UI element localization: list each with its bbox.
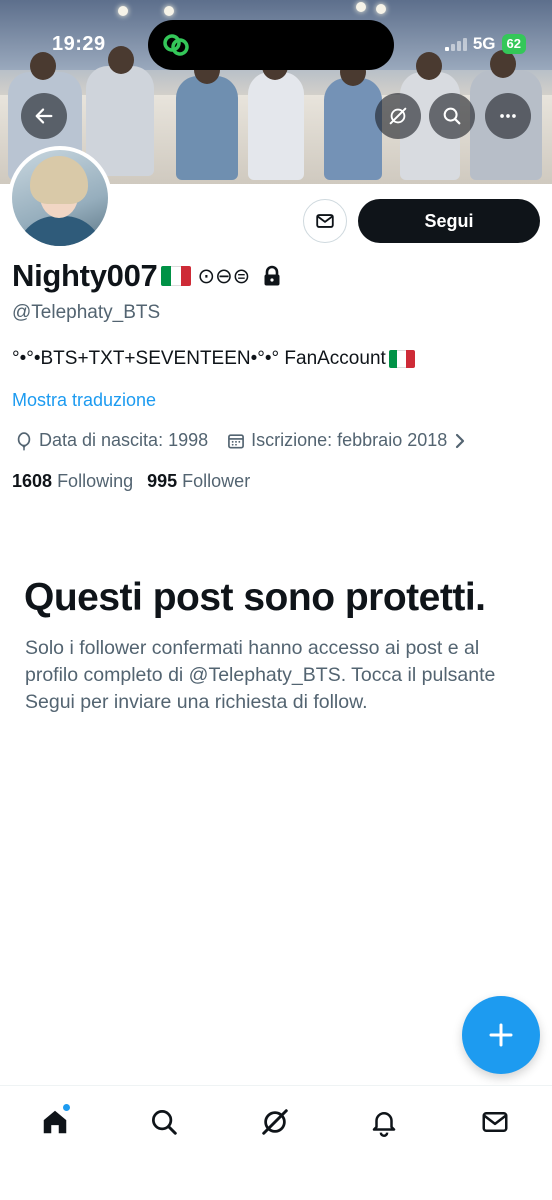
banner-person-head: [108, 46, 134, 74]
follow-counts: 1608 Following 995 Follower: [12, 471, 250, 492]
follow-button[interactable]: Segui: [358, 199, 540, 243]
link-app-icon: [163, 34, 189, 56]
search-icon: [152, 1110, 177, 1135]
profile-bio: °•°•BTS+TXT+SEVENTEEN•°•° FanAccount: [12, 348, 415, 370]
join-date-text: Iscrizione: febbraio 2018: [251, 430, 448, 450]
stage-light: [118, 6, 128, 16]
mail-icon: [316, 214, 334, 228]
network-type: 5G: [472, 34, 496, 53]
show-translation-link[interactable]: Mostra traduzione: [12, 390, 156, 411]
dynamic-island: [148, 20, 394, 70]
profile-handle: @Telephaty_BTS: [12, 302, 161, 323]
search-icon: [443, 107, 461, 125]
search-button[interactable]: [429, 93, 475, 139]
nav-search[interactable]: [146, 1104, 182, 1140]
banner-person-head: [490, 50, 516, 78]
signal-icon: [444, 37, 467, 51]
grok-icon: [389, 107, 407, 125]
banner-person-head: [30, 52, 56, 80]
more-horizontal-icon: [500, 114, 516, 118]
following-label: Following: [57, 471, 134, 491]
grok-icon: [262, 1109, 288, 1135]
bottom-navigation: [0, 1085, 552, 1200]
profile-avatar[interactable]: [8, 146, 112, 250]
arrow-left-icon: [35, 108, 53, 124]
status-indicators: 5G 62: [444, 34, 526, 54]
italy-flag-icon: [388, 350, 415, 368]
nav-messages[interactable]: [477, 1104, 513, 1140]
birth-date: Data di nascita: 1998: [14, 430, 208, 451]
following-count: 1608: [12, 471, 53, 491]
back-button[interactable]: [21, 93, 67, 139]
calendar-icon: [228, 433, 245, 448]
stage-light: [376, 4, 386, 14]
following-link[interactable]: 1608 Following: [12, 471, 133, 492]
status-time: 19:29: [52, 33, 106, 55]
messages-icon: [482, 1112, 508, 1132]
followers-count: 995: [147, 471, 178, 491]
profile-meta: Data di nascita: 1998 Iscrizione: febbra…: [14, 430, 467, 451]
nav-grok[interactable]: [257, 1104, 293, 1140]
bio-text: °•°•BTS+TXT+SEVENTEEN•°•° FanAccount: [12, 348, 386, 369]
banner-person-head: [416, 52, 442, 80]
italy-flag-icon: [161, 266, 192, 286]
plus-icon: [489, 1023, 513, 1047]
chevron-right-icon[interactable]: [453, 432, 467, 450]
lock-icon: [264, 265, 280, 286]
battery-icon: 62: [501, 34, 526, 54]
profile-name-row: Nighty007 ⊙⊖⊜: [12, 258, 282, 294]
banner-person: [176, 76, 238, 180]
followers-label: Follower: [182, 471, 251, 491]
avatar-image: [12, 150, 108, 246]
name-symbols: ⊙⊖⊜: [197, 264, 251, 288]
notifications-icon: [372, 1112, 396, 1137]
banner-person: [86, 66, 154, 176]
followers-link[interactable]: 995 Follower: [147, 471, 250, 492]
display-name: Nighty007: [12, 258, 158, 293]
nav-home[interactable]: [37, 1103, 73, 1140]
protected-title: Questi post sono protetti.: [24, 576, 486, 619]
birth-date-text: Data di nascita: 1998: [39, 430, 209, 450]
stage-light: [356, 2, 366, 12]
protected-body: Solo i follower confermati hanno accesso…: [25, 637, 496, 713]
unread-dot: [62, 1103, 71, 1112]
banner-person: [324, 78, 382, 180]
nav-notifications[interactable]: [366, 1104, 402, 1140]
compose-button[interactable]: [462, 996, 540, 1074]
stage-light: [164, 6, 174, 16]
message-button[interactable]: [303, 199, 347, 243]
grok-button[interactable]: [375, 93, 421, 139]
balloon-icon: [17, 431, 31, 450]
join-date[interactable]: Iscrizione: febbraio 2018: [226, 430, 447, 451]
banner-person: [248, 72, 304, 180]
more-button[interactable]: [485, 93, 531, 139]
